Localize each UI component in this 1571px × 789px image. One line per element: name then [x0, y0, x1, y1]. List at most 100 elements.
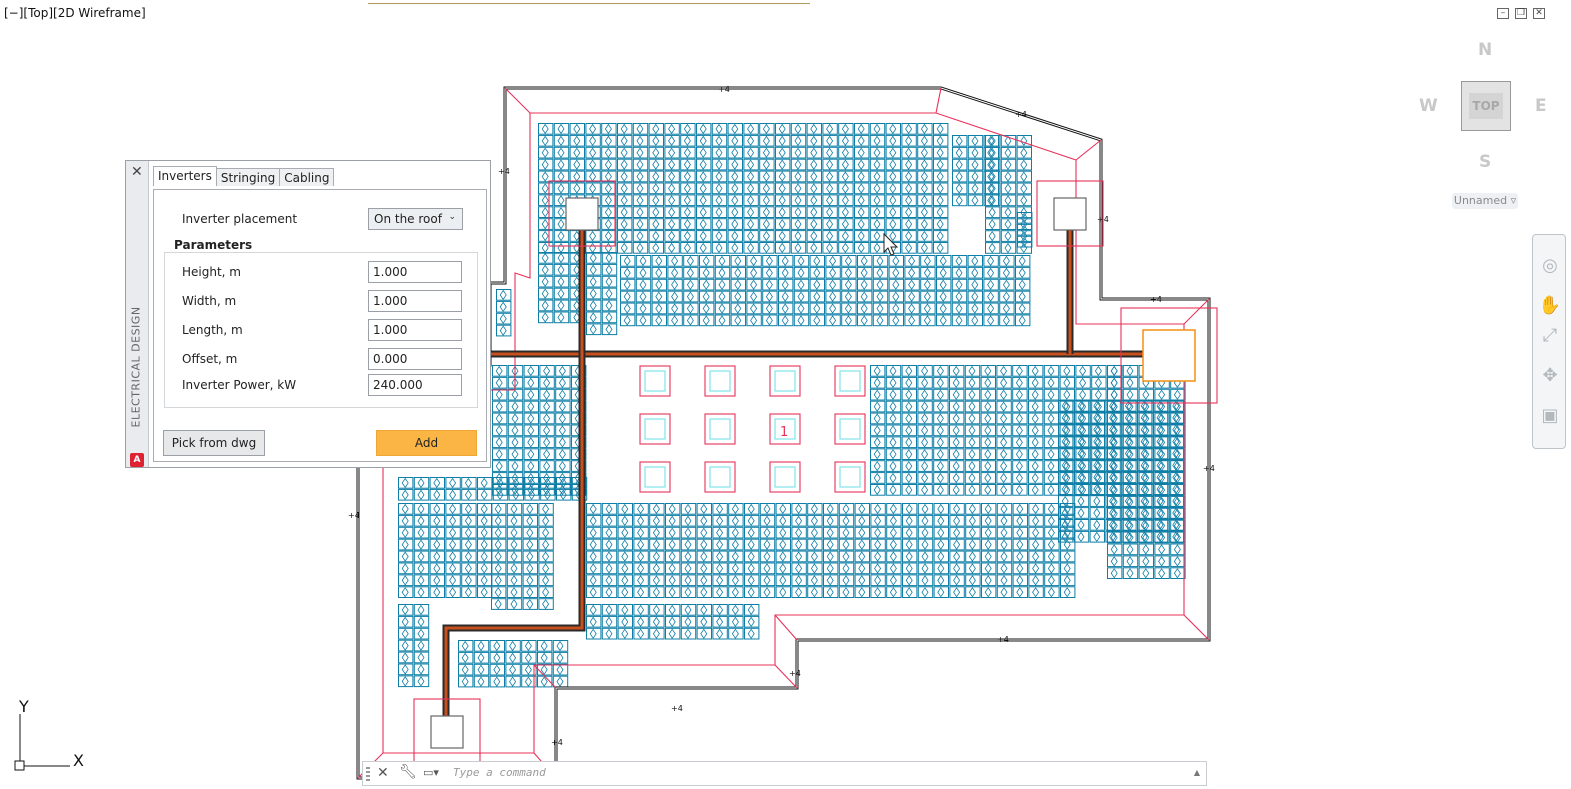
panel-diode-mark — [683, 195, 691, 206]
height-field[interactable]: 1.000 — [368, 261, 462, 283]
panel-diode-mark — [1018, 291, 1026, 302]
panel-diode-mark — [526, 575, 534, 586]
tab-cabling[interactable]: Cabling — [279, 168, 335, 186]
panel-diode-mark — [873, 230, 881, 242]
panel-diode-mark — [955, 255, 963, 267]
panel-diode-mark — [620, 218, 628, 230]
panel-diode-mark — [731, 539, 739, 550]
inverter-placement-select[interactable]: On the roof ⌄ — [368, 208, 463, 230]
close-icon[interactable]: ✕ — [131, 165, 143, 179]
panel-diode-mark — [921, 401, 929, 412]
panel-diode-mark — [637, 616, 645, 628]
panel-diode-mark — [417, 527, 425, 538]
panel-diode-mark — [1047, 377, 1055, 389]
panel-diode-mark — [541, 123, 549, 135]
panel-diode-mark — [1110, 389, 1118, 400]
panel-diode-mark — [671, 291, 679, 302]
panel-diode-mark — [511, 472, 519, 484]
panel-diode-mark — [1004, 230, 1012, 242]
customize-wrench-icon[interactable]: 🔧︎ — [399, 764, 417, 780]
compass-north[interactable]: N — [1478, 40, 1492, 60]
panel-diode-mark — [826, 147, 834, 158]
panel-diode-mark — [873, 195, 881, 206]
pick-from-dwg-button[interactable]: Pick from dwg — [163, 430, 265, 456]
panel-diode-mark — [511, 425, 519, 436]
panel-diode-mark — [905, 503, 913, 515]
showmotion-icon[interactable]: ▣ — [1538, 403, 1562, 429]
panel-diode-mark — [936, 377, 944, 389]
panel-diode-mark — [621, 587, 629, 598]
panel-diode-mark — [1093, 495, 1101, 507]
setback-bevel-line — [935, 87, 942, 114]
panel-diode-mark — [557, 135, 565, 147]
tab-inverters[interactable]: Inverters — [153, 166, 217, 186]
panel-diode-mark — [700, 628, 708, 639]
panel-diode-mark — [683, 171, 691, 182]
panel-diode-mark — [905, 159, 913, 170]
zoom-extents-icon[interactable]: ⤢ — [1538, 323, 1562, 349]
panel-diode-mark — [542, 598, 550, 610]
panel-diode-mark — [1047, 563, 1055, 574]
panel-diode-mark — [652, 147, 660, 158]
panel-diode-mark — [464, 563, 472, 574]
panel-diode-mark — [699, 171, 707, 182]
panel-diode-mark — [510, 598, 518, 610]
panel-diode-mark — [605, 288, 613, 299]
panel-diode-mark — [968, 539, 976, 550]
command-input[interactable]: Type a command — [453, 766, 546, 779]
panel-diode-mark — [558, 389, 566, 400]
autocad-logo-icon[interactable]: A — [130, 453, 144, 467]
panel-diode-mark — [461, 640, 469, 652]
panel-diode-mark — [433, 587, 441, 598]
add-button[interactable]: Add — [376, 430, 477, 456]
palette-title-bar[interactable]: ✕ ELECTRICAL DESIGN A — [126, 161, 149, 467]
panel-diode-mark — [589, 159, 597, 170]
viewcube[interactable]: N S E W TOP — [1419, 38, 1547, 178]
panel-diode-mark — [417, 664, 425, 675]
steering-wheel-icon[interactable]: ◎ — [1538, 253, 1562, 279]
pan-icon[interactable]: ✋ — [1538, 293, 1562, 319]
panel-diode-mark — [781, 315, 789, 326]
panel-diode-mark — [1077, 507, 1085, 519]
panel-diode-mark — [781, 279, 789, 290]
width-field[interactable]: 1.000 — [368, 290, 462, 312]
panel-diode-mark — [905, 207, 913, 218]
grip-handle-icon[interactable] — [366, 767, 370, 781]
panel-diode-mark — [542, 515, 550, 527]
panel-diode-mark — [920, 123, 928, 135]
compass-south[interactable]: S — [1479, 152, 1491, 172]
panel-diode-mark — [1047, 425, 1055, 436]
viewcube-face-top[interactable]: TOP — [1461, 81, 1511, 131]
length-field[interactable]: 1.000 — [368, 319, 462, 341]
panel-diode-mark — [686, 291, 694, 302]
recent-commands-icon[interactable]: ▭▾ — [423, 766, 439, 779]
offset-field[interactable]: 0.000 — [368, 348, 462, 370]
close-icon[interactable]: ✕ — [377, 765, 389, 781]
panel-diode-mark — [558, 365, 566, 377]
orbit-icon[interactable]: ✥ — [1538, 363, 1562, 389]
panel-diode-mark — [874, 527, 882, 538]
panel-diode-mark — [795, 563, 803, 574]
panel-diode-mark — [589, 515, 597, 527]
panel-diode-mark — [1000, 484, 1008, 496]
panel-diode-mark — [747, 195, 755, 206]
panel-diode-mark — [1173, 389, 1181, 400]
compass-east[interactable]: E — [1535, 96, 1547, 116]
panel-diode-mark — [923, 303, 931, 314]
panel-diode-mark — [876, 267, 884, 279]
panel-diode-mark — [1031, 389, 1039, 400]
inverter-power-field[interactable]: 240.000 — [368, 374, 462, 396]
ucs-dropdown[interactable]: Unnamed ▿ — [1452, 193, 1518, 209]
panel-diode-mark — [813, 315, 821, 326]
panel-diode-mark — [417, 515, 425, 527]
tab-stringing[interactable]: Stringing — [215, 168, 281, 186]
chevron-up-icon[interactable]: ▲ — [1194, 768, 1200, 777]
panel-diode-mark — [971, 291, 979, 302]
panel-diode-mark — [923, 255, 931, 267]
panel-diode-mark — [795, 503, 803, 515]
panel-diode-mark — [936, 242, 944, 254]
compass-west[interactable]: W — [1419, 96, 1438, 116]
panel-diode-mark — [923, 267, 931, 279]
panel-diode-mark — [781, 255, 789, 267]
panel-diode-mark — [858, 551, 866, 562]
